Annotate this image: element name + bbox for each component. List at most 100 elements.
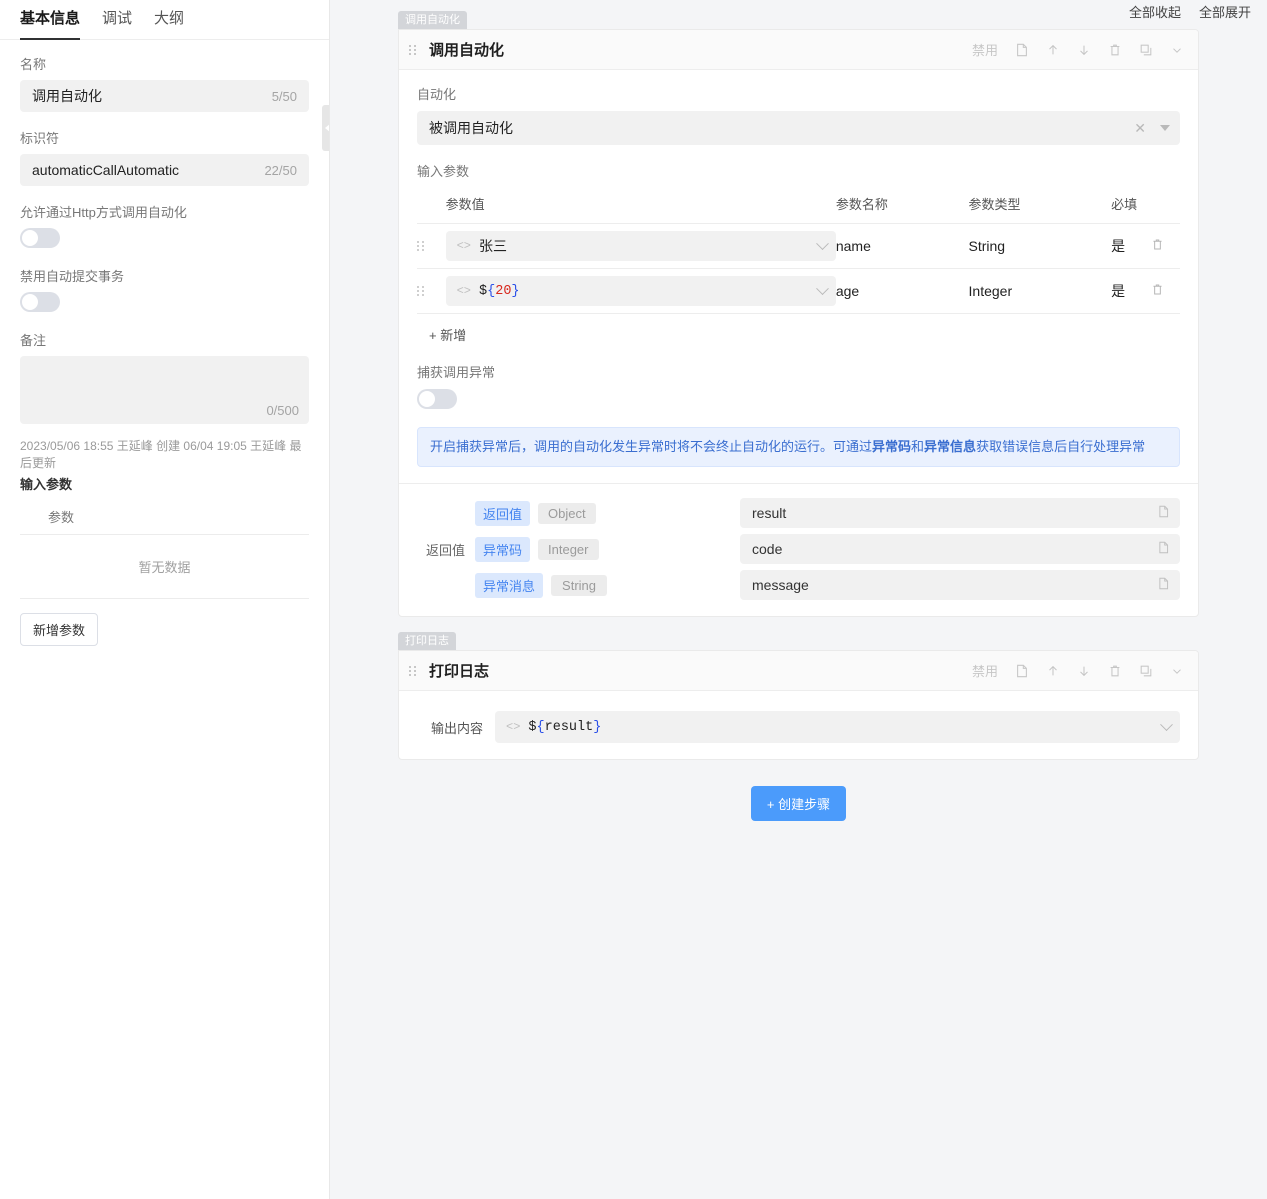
catch-exception-label: 捕获调用异常: [417, 362, 1180, 381]
step-card-body-wrap: 调用自动化 禁用: [398, 29, 1199, 617]
create-step-button[interactable]: + 创建步骤: [751, 786, 846, 821]
identifier-input-value: automaticCallAutomatic: [32, 162, 264, 178]
step-badge: 调用自动化: [398, 11, 467, 29]
chevron-down-icon[interactable]: [816, 282, 829, 295]
th-param-required: 必填: [1111, 188, 1151, 224]
http-call-toggle[interactable]: [20, 228, 60, 248]
catch-exception-toggle[interactable]: [417, 389, 457, 409]
copy-icon[interactable]: [1157, 505, 1170, 521]
note-icon[interactable]: [1015, 43, 1029, 57]
name-label: 名称: [20, 54, 309, 73]
return-field-input[interactable]: message: [740, 570, 1180, 600]
chevron-down-icon[interactable]: [1160, 125, 1170, 131]
note-icon[interactable]: [1015, 664, 1029, 678]
sidebar-collapse-handle[interactable]: [322, 105, 330, 151]
name-input-value: 调用自动化: [32, 86, 272, 106]
disable-step-button[interactable]: 禁用: [972, 40, 998, 59]
move-down-icon[interactable]: [1077, 664, 1091, 678]
disable-step-button[interactable]: 禁用: [972, 661, 998, 680]
param-value-input[interactable]: <> ${20}: [446, 276, 836, 306]
audit-meta-text: 2023/05/06 18:55 王延峰 创建 06/04 19:05 王延峰 …: [20, 438, 309, 472]
output-content-input[interactable]: <> ${result}: [495, 711, 1180, 743]
create-step-wrap: + 创建步骤: [398, 786, 1199, 821]
copy-icon[interactable]: [1139, 664, 1153, 678]
return-field-input[interactable]: result: [740, 498, 1180, 528]
add-param-button[interactable]: 新增参数: [20, 613, 98, 646]
chevron-down-icon[interactable]: [1160, 718, 1173, 731]
table-row: <> ${20} age Integer 是: [417, 269, 1180, 314]
copy-icon[interactable]: [1139, 43, 1153, 57]
chevron-left-icon: [325, 124, 330, 132]
step-badge: 打印日志: [398, 632, 456, 650]
move-down-icon[interactable]: [1077, 43, 1091, 57]
step-title: 打印日志: [429, 660, 972, 681]
param-type-cell: Integer: [969, 269, 1112, 314]
collapse-all-button[interactable]: 全部收起: [1129, 2, 1181, 21]
param-value-text: 张三: [479, 236, 810, 256]
param-value-expression: ${20}: [479, 284, 810, 299]
step-content: 输出内容 <> ${result}: [399, 691, 1198, 759]
remark-textarea[interactable]: 0/500: [20, 356, 309, 424]
return-field-value: code: [752, 541, 1157, 557]
remark-char-count: 0/500: [266, 403, 299, 418]
return-field-input[interactable]: code: [740, 534, 1180, 564]
return-type-tag: Object: [538, 503, 596, 524]
code-icon: <>: [457, 284, 471, 298]
drag-handle-icon[interactable]: [409, 45, 419, 55]
delete-row-icon[interactable]: [1151, 283, 1164, 299]
table-header-row: 参数值 参数名称 参数类型 必填: [417, 188, 1180, 224]
return-row: 异常码 Integer code: [475, 534, 1180, 564]
code-icon: <>: [457, 239, 471, 253]
tab-outline[interactable]: 大纲: [154, 8, 184, 39]
collapse-icon[interactable]: [1170, 664, 1184, 678]
row-drag-handle-icon[interactable]: [417, 241, 427, 251]
drag-handle-icon[interactable]: [409, 666, 419, 676]
clear-icon[interactable]: ✕: [1134, 120, 1146, 137]
sidebar-body: 名称 调用自动化 5/50 标识符 automaticCallAutomatic…: [0, 40, 329, 646]
step-content: 自动化 被调用自动化 ✕ 输入参数 参数值: [399, 70, 1198, 483]
name-input[interactable]: 调用自动化 5/50: [20, 80, 309, 112]
expand-all-button[interactable]: 全部展开: [1199, 2, 1251, 21]
delete-row-icon[interactable]: [1151, 238, 1164, 254]
move-up-icon[interactable]: [1046, 43, 1060, 57]
param-value-input[interactable]: <> 张三: [446, 231, 836, 261]
collapse-icon[interactable]: [1170, 43, 1184, 57]
name-char-count: 5/50: [272, 89, 297, 104]
identifier-input[interactable]: automaticCallAutomatic 22/50: [20, 154, 309, 186]
step-header: 打印日志 禁用: [399, 651, 1198, 691]
param-required-cell: 是: [1111, 224, 1151, 269]
row-drag-handle-icon[interactable]: [417, 286, 427, 296]
step-title: 调用自动化: [429, 39, 972, 60]
return-field-value: message: [752, 577, 1157, 593]
automation-select-value: 被调用自动化: [429, 118, 1134, 138]
remark-label: 备注: [20, 330, 309, 349]
return-tag: 异常码: [475, 537, 530, 562]
copy-icon[interactable]: [1157, 541, 1170, 557]
automation-select[interactable]: 被调用自动化 ✕: [417, 111, 1180, 145]
identifier-char-count: 22/50: [264, 163, 297, 178]
add-param-row-button[interactable]: + 新增: [417, 314, 466, 348]
param-name-cell: name: [836, 224, 969, 269]
move-up-icon[interactable]: [1046, 664, 1060, 678]
disable-autocommit-toggle[interactable]: [20, 292, 60, 312]
step-card-print-log: 打印日志 打印日志 禁用: [398, 631, 1199, 760]
copy-icon[interactable]: [1157, 577, 1170, 593]
return-type-tag: String: [551, 575, 607, 596]
input-params-table: 参数值 参数名称 参数类型 必填: [417, 188, 1180, 314]
delete-icon[interactable]: [1108, 43, 1122, 57]
return-tag: 返回值: [475, 501, 530, 526]
return-tag: 异常消息: [475, 573, 543, 598]
step-toolbar: 禁用: [972, 40, 1184, 59]
sidebar-param-empty: 暂无数据: [20, 535, 309, 599]
param-type-cell: String: [969, 224, 1112, 269]
return-row: 异常消息 String message: [475, 570, 1180, 600]
sidebar-param-table: 参数 暂无数据: [20, 501, 309, 599]
delete-icon[interactable]: [1108, 664, 1122, 678]
tab-debug[interactable]: 调试: [102, 8, 132, 39]
output-content-row: 输出内容 <> ${result}: [417, 705, 1180, 743]
app-root: 基本信息 调试 大纲 名称 调用自动化 5/50 标识符 automaticCa…: [0, 0, 1267, 1199]
steps-container: 调用自动化 调用自动化 禁用: [330, 0, 1267, 821]
tab-basic-info[interactable]: 基本信息: [20, 8, 80, 39]
return-field-value: result: [752, 505, 1157, 521]
chevron-down-icon[interactable]: [816, 237, 829, 250]
